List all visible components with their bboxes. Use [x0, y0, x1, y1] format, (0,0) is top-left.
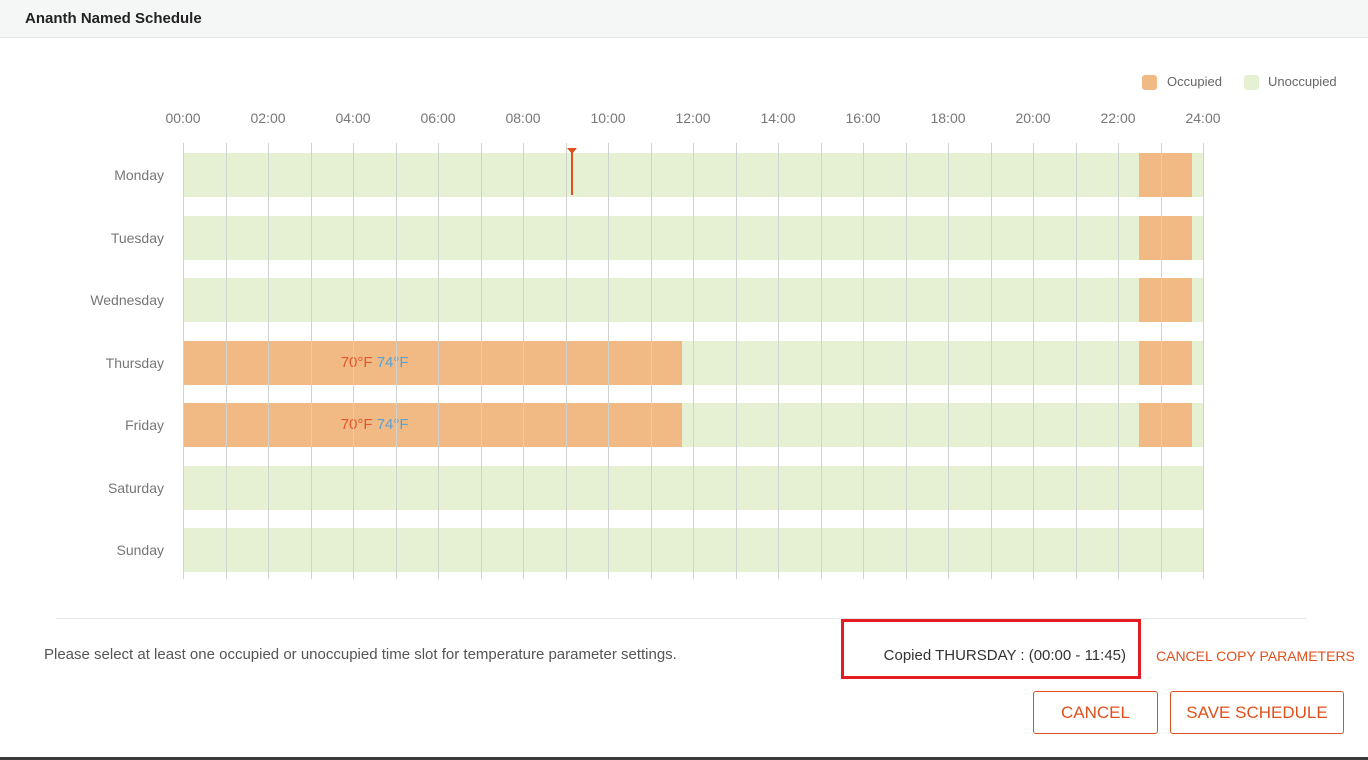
grid-line-hour-12 — [693, 143, 694, 579]
grid-line-hour-20 — [1033, 143, 1034, 579]
time-tick-label: 06:00 — [420, 110, 456, 126]
legend-label-occupied: Occupied — [1167, 74, 1222, 89]
day-label-tuesday: Tuesday — [110, 229, 164, 246]
time-tick-label: 22:00 — [1100, 110, 1136, 126]
time-tick-label: 24:00 — [1185, 110, 1221, 126]
slot-temperature-label-friday: 70°F 74°F — [341, 416, 409, 433]
grid-line-hour-8 — [523, 143, 524, 579]
occupied-slot-tuesday-1[interactable] — [1139, 215, 1193, 260]
legend-swatch-unoccupied — [1244, 75, 1259, 90]
grid-line-hour-22 — [1118, 143, 1119, 579]
grid-line-hour-1 — [226, 143, 227, 579]
occupied-slot-wednesday-1[interactable] — [1139, 278, 1193, 322]
grid-line-hour-21 — [1076, 143, 1077, 579]
copied-parameters-text: Copied THURSDAY : (00:00 - 11:45) — [883, 647, 1126, 664]
time-tick-label: 14:00 — [760, 110, 796, 126]
current-time-marker — [570, 150, 573, 195]
grid-line-hour-14 — [778, 143, 779, 579]
grid-line-hour-19 — [991, 143, 992, 579]
grid-line-hour-6 — [438, 143, 439, 579]
heat-setpoint-friday: 70°F — [340, 416, 373, 433]
time-tick-label: 16:00 — [845, 110, 881, 126]
grid-line-hour-11 — [651, 143, 652, 579]
day-label-wednesday: Wednesday — [90, 292, 164, 308]
legend-label-unoccupied: Unoccupied — [1268, 74, 1337, 89]
day-label-friday: Friday — [125, 417, 164, 433]
schedule-chart: Occupied Unoccupied Monday Tuesday Wednesd… — [0, 0, 1368, 600]
hint-text: Please select at least one occupied or u… — [44, 646, 677, 663]
time-tick-label: 00:00 — [165, 110, 201, 126]
grid-line-hour-5 — [396, 143, 397, 579]
grid-line-hour-16 — [863, 143, 864, 579]
day-label-saturday: Saturday — [107, 479, 164, 496]
cool-setpoint-friday: 74°F — [372, 416, 409, 433]
cancel-copy-parameters-link[interactable]: CANCEL COPY PARAMETERS — [1156, 648, 1355, 664]
grid-line-hour-2 — [268, 143, 269, 579]
heat-setpoint-thursday: 70°F — [340, 353, 373, 371]
save-schedule-button[interactable]: SAVE SCHEDULE — [1170, 691, 1344, 734]
grid-line-hour-17 — [906, 143, 907, 579]
legend-swatch-occupied — [1142, 75, 1157, 90]
grid-line-hour-24 — [1203, 143, 1204, 579]
time-tick-label: 08:00 — [505, 110, 541, 126]
time-tick-label: 12:00 — [675, 110, 711, 126]
copied-parameters-highlight: Copied THURSDAY : (00:00 - 11:45) — [841, 619, 1141, 679]
day-label-thursday: Thursday — [105, 354, 164, 371]
grid-line-hour-13 — [736, 143, 737, 579]
time-tick-label: 02:00 — [250, 110, 286, 126]
grid-line-hour-23 — [1161, 143, 1162, 579]
occupied-slot-thursday-2[interactable] — [1139, 340, 1193, 385]
grid-line-hour-15 — [821, 143, 822, 579]
cancel-button[interactable]: CANCEL — [1033, 691, 1158, 734]
schedule-page: Ananth Named Schedule Occupied Unoccupie… — [0, 0, 1368, 760]
day-label-sunday: Sunday — [116, 542, 164, 558]
cool-setpoint-thursday: 74°F — [372, 353, 409, 371]
day-label-monday: Monday — [114, 167, 164, 183]
occupied-slot-friday-2[interactable] — [1139, 403, 1193, 447]
occupied-slot-monday-1[interactable] — [1139, 153, 1193, 197]
grid-line-hour-9 — [566, 143, 567, 579]
time-tick-label: 18:00 — [930, 110, 966, 126]
slot-temperature-label-thursday: 70°F 74°F — [341, 354, 409, 371]
time-tick-label: 04:00 — [335, 110, 371, 126]
time-tick-label: 10:00 — [590, 110, 626, 126]
grid-line-hour-18 — [948, 143, 949, 579]
grid-line-hour-3 — [311, 143, 312, 579]
grid-line-hour-10 — [608, 143, 609, 579]
grid-line-hour-0 — [183, 143, 184, 579]
time-tick-label: 20:00 — [1015, 110, 1051, 126]
grid-line-hour-4 — [353, 143, 354, 579]
grid-line-hour-7 — [481, 143, 482, 579]
